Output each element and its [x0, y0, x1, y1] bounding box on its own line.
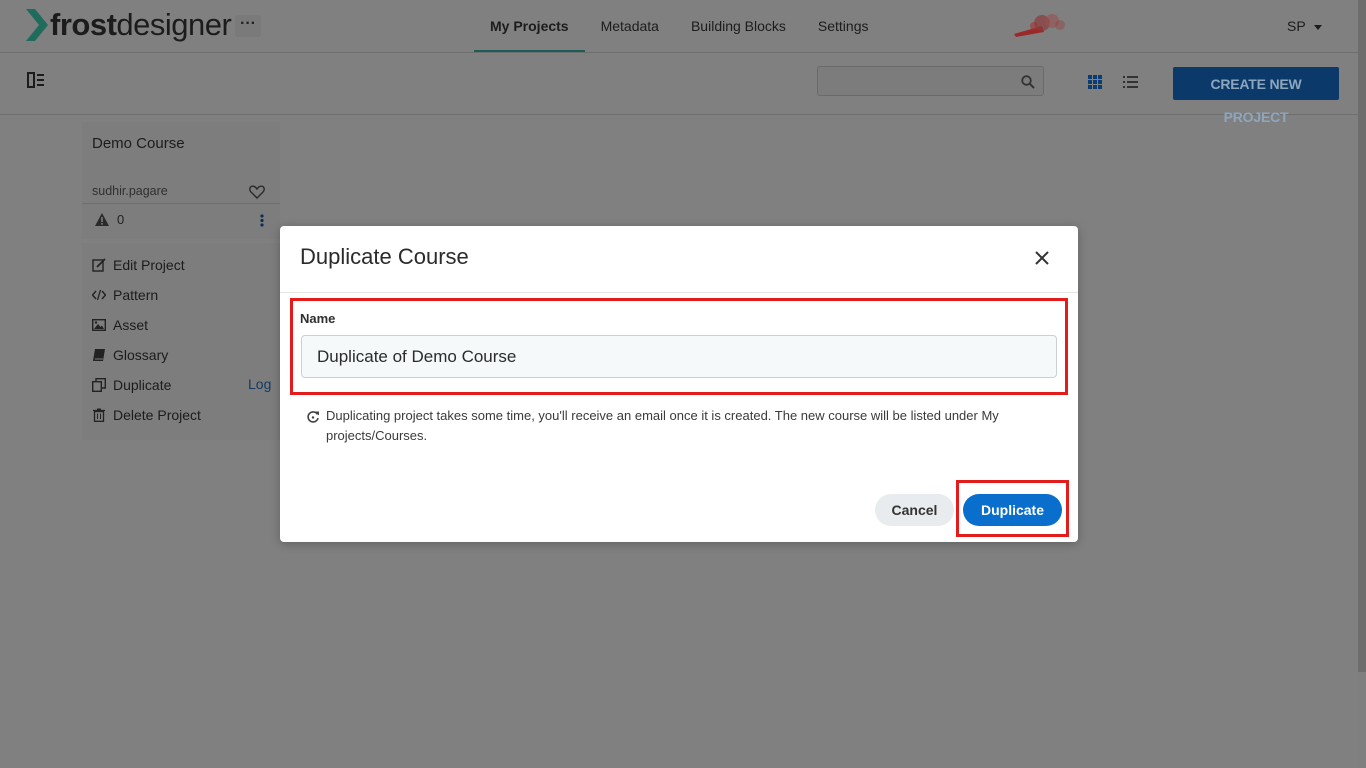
frost-designer-logo[interactable]: frostdesigner [26, 7, 232, 42]
project-title[interactable]: Demo Course [92, 135, 185, 152]
close-icon[interactable] [1032, 248, 1052, 268]
book-icon [93, 349, 105, 361]
scrollbar-thumb[interactable] [1358, 672, 1366, 768]
search-icon[interactable] [1021, 75, 1035, 89]
nav-building-blocks[interactable]: Building Blocks [675, 0, 802, 52]
create-new-project-button[interactable]: CREATE NEW PROJECT [1173, 67, 1339, 125]
edit-icon [92, 258, 106, 272]
caret-down-icon [1313, 24, 1322, 30]
scrollbar-track[interactable] [1358, 0, 1366, 672]
top-header: frostdesigner ··· My Projects Metadata B… [0, 0, 1366, 53]
name-label: Name [300, 311, 336, 326]
trash-icon [93, 408, 105, 422]
logo-text-light: designer [116, 7, 232, 42]
duplicate-button[interactable]: Duplicate [963, 494, 1062, 526]
nav-my-projects[interactable]: My Projects [474, 0, 585, 52]
sidebar-toggle-icon[interactable] [27, 72, 45, 88]
logo-text-bold: frost [50, 7, 117, 42]
modal-title: Duplicate Course [300, 244, 469, 269]
duplicate-info-text: Duplicating project takes some time, you… [326, 408, 999, 443]
menu-item-label: Delete Project [113, 407, 201, 423]
project-card[interactable]: Demo Course sudhir.pagare 0 [82, 122, 280, 239]
search-input[interactable] [818, 67, 1024, 95]
menu-item-edit-project[interactable]: Edit Project [92, 255, 185, 275]
menu-item-label: Duplicate [113, 377, 172, 393]
project-owner: sudhir.pagare [92, 184, 168, 198]
menu-item-label: Pattern [113, 287, 159, 303]
menu-item-glossary[interactable]: Glossary [92, 345, 168, 365]
image-icon [92, 319, 106, 332]
warning-icon [95, 213, 109, 226]
menu-item-delete-project[interactable]: Delete Project [92, 405, 201, 425]
menu-item-asset[interactable]: Asset [92, 315, 148, 335]
menu-item-label: Asset [113, 317, 149, 333]
projects-toolbar: CREATE NEW PROJECT [0, 53, 1358, 125]
project-context-menu: Edit Project Pattern Asset Glossary Dupl… [82, 243, 280, 440]
code-icon [92, 289, 106, 301]
card-divider [82, 203, 280, 204]
search-box [817, 66, 1044, 96]
main-nav: My Projects Metadata Building Blocks Set… [474, 0, 885, 52]
nav-metadata[interactable]: Metadata [585, 0, 675, 52]
user-initials: SP [1287, 18, 1306, 34]
duplicate-course-modal: Duplicate Course Name Duplicating projec… [280, 226, 1078, 542]
logo-chevron-icon [26, 9, 48, 41]
refresh-icon [307, 411, 319, 423]
name-input[interactable] [301, 335, 1057, 378]
warning-count: 0 [117, 212, 125, 227]
copy-icon [92, 378, 106, 392]
nav-settings[interactable]: Settings [802, 0, 885, 52]
cancel-button[interactable]: Cancel [875, 494, 954, 526]
brand-logo-icon [1014, 14, 1065, 37]
log-link[interactable]: Log [248, 376, 271, 392]
grid-view-icon[interactable] [1088, 75, 1102, 89]
menu-item-pattern[interactable]: Pattern [92, 285, 158, 305]
user-menu[interactable]: SP [1287, 18, 1322, 34]
menu-item-label: Edit Project [113, 257, 185, 273]
list-view-icon[interactable] [1123, 75, 1138, 89]
kebab-menu-icon[interactable] [260, 214, 264, 227]
more-apps-button[interactable]: ··· [235, 15, 261, 37]
menu-item-duplicate[interactable]: Duplicate [92, 375, 171, 395]
menu-item-label: Glossary [113, 347, 169, 363]
heart-icon[interactable] [249, 185, 265, 199]
modal-divider [280, 292, 1078, 293]
